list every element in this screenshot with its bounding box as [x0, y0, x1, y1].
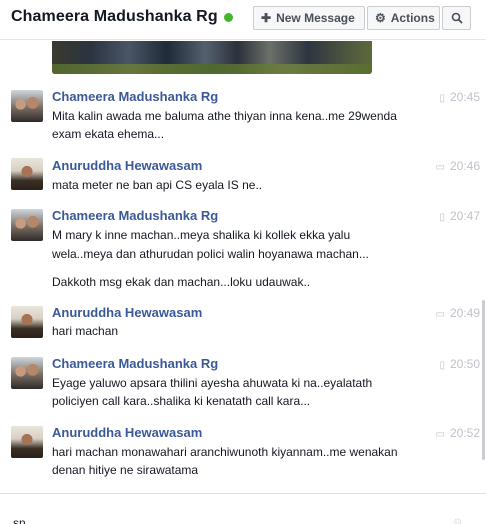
message-text: exam ekata ehema... [52, 127, 165, 141]
search-icon [451, 12, 463, 24]
conversation-title[interactable]: Chameera Madushanka Rg [11, 8, 218, 26]
sender-name[interactable]: Chameera Madushanka Rg [52, 356, 218, 371]
timestamp: 20:46 [449, 159, 480, 173]
avatar[interactable] [11, 209, 43, 241]
search-button[interactable] [442, 6, 471, 30]
message-text: Dakkoth msg ekak dan machan...loku udauw… [52, 275, 311, 289]
actions-button[interactable]: ⚙ Actions [367, 6, 440, 30]
message-text: policiyen call kara..shalika ki kenatath… [52, 394, 311, 408]
avatar[interactable] [11, 306, 43, 338]
emoji-icon[interactable]: ☺ [452, 516, 463, 524]
actions-label: Actions [390, 11, 435, 25]
mobile-phone-icon: ▯ [439, 360, 445, 371]
sender-name[interactable]: Anuruddha Hewawasam [52, 425, 202, 440]
chat-bubble-icon: ▭ [435, 162, 445, 173]
avatar[interactable] [11, 158, 43, 190]
message-text: hari machan [52, 324, 119, 338]
avatar[interactable] [11, 426, 43, 458]
conversation-header: Chameera Madushanka Rg ✚ New Message ⚙ A… [0, 0, 486, 40]
message-time: ▯ 20:50 [420, 357, 480, 371]
sender-name[interactable]: Chameera Madushanka Rg [52, 89, 218, 104]
timestamp: 20:47 [449, 209, 480, 223]
message-composer[interactable]: sn ☺ [0, 493, 486, 524]
new-message-label: New Message [276, 11, 355, 25]
message-text: M mary k inne machan..meya shalika ki ko… [52, 228, 351, 242]
sender-name[interactable]: Anuruddha Hewawasam [52, 158, 202, 173]
timestamp: 20:45 [449, 90, 480, 104]
message-time: ▯ 20:47 [420, 209, 480, 223]
sender-name[interactable]: Chameera Madushanka Rg [52, 208, 218, 223]
gear-icon: ⚙ [375, 11, 386, 25]
timestamp: 20:49 [449, 306, 480, 320]
message-text: denan hitiye ne sirawatama [52, 463, 199, 477]
message-text: wela..meya dan athurudan polici walin ho… [52, 247, 369, 261]
message-time: ▯ 20:45 [420, 90, 480, 104]
mobile-phone-icon: ▯ [439, 93, 445, 104]
mobile-phone-icon: ▯ [439, 212, 445, 223]
shared-photo[interactable] [52, 41, 372, 74]
message-time: ▭ 20:52 [420, 426, 480, 440]
message-time: ▭ 20:49 [420, 306, 480, 320]
plus-icon: ✚ [261, 11, 272, 25]
timestamp: 20:50 [449, 357, 480, 371]
message-time: ▭ 20:46 [420, 159, 480, 173]
message-text: Mita kalin awada me baluma athe thiyan i… [52, 109, 397, 123]
message-list-scrollbar[interactable] [482, 300, 485, 460]
message-text: hari machan monawahari aranchiwunoth kiy… [52, 445, 398, 459]
message-text: Eyage yaluwo apsara thilini ayesha ahuwa… [52, 376, 373, 390]
online-status-dot [224, 13, 233, 22]
chat-bubble-icon: ▭ [435, 429, 445, 440]
reply-input[interactable]: sn [13, 516, 26, 524]
new-message-button[interactable]: ✚ New Message [253, 6, 365, 30]
avatar[interactable] [11, 90, 43, 122]
message-text: mata meter ne ban api CS eyala IS ne.. [52, 178, 263, 192]
timestamp: 20:52 [449, 426, 480, 440]
avatar[interactable] [11, 357, 43, 389]
sender-name[interactable]: Anuruddha Hewawasam [52, 305, 202, 320]
chat-bubble-icon: ▭ [435, 309, 445, 320]
